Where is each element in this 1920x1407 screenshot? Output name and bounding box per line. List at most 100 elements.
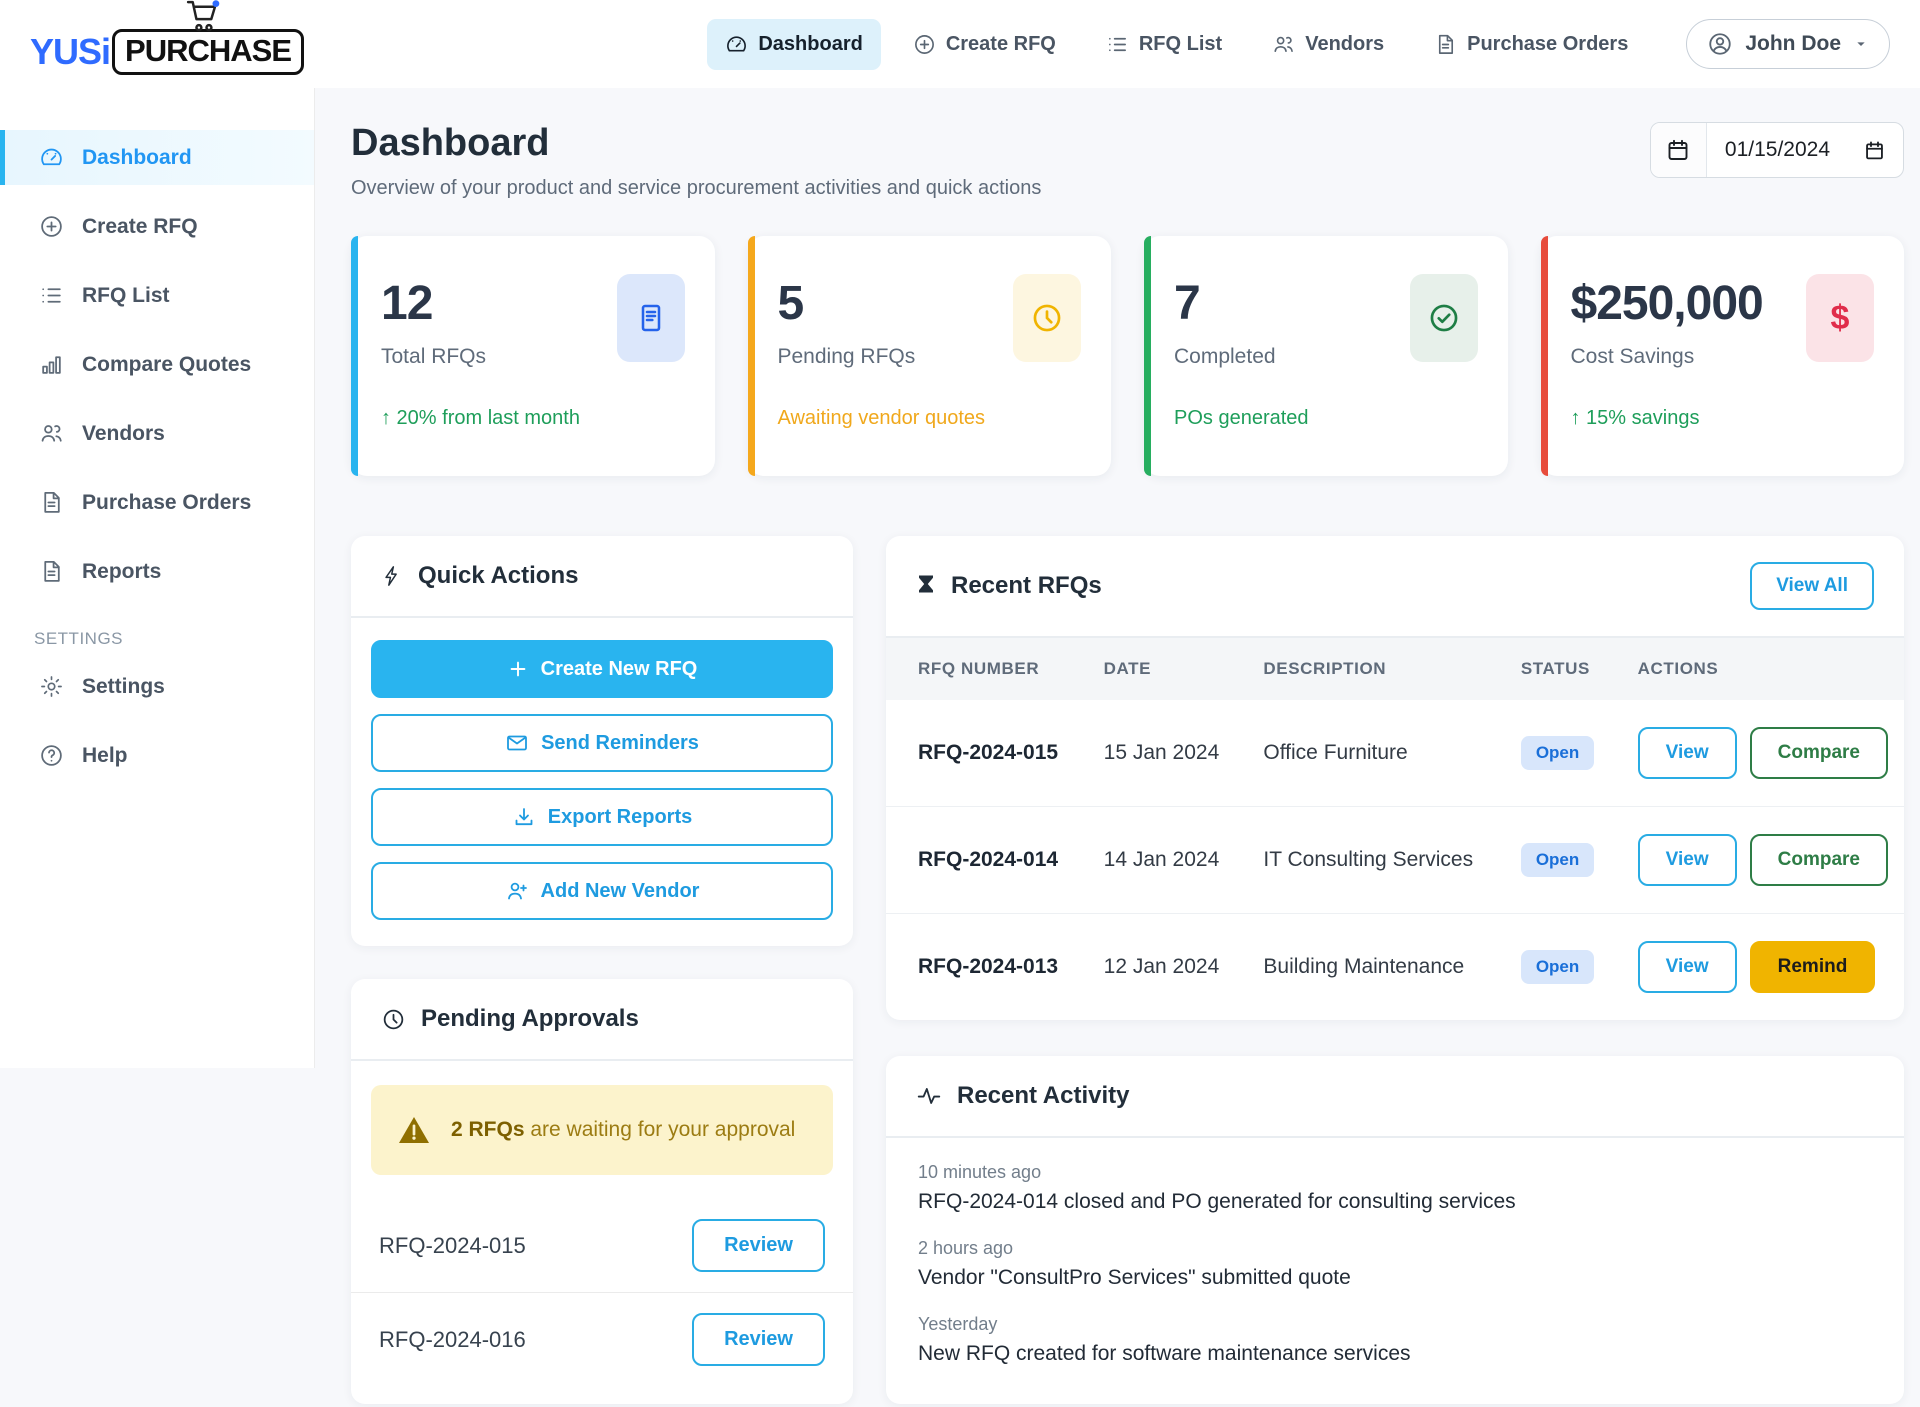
gauge-icon [39,145,64,170]
sidebar-item-dashboard[interactable]: Dashboard [0,130,314,185]
page-subtitle: Overview of your product and service pro… [351,177,1041,200]
sidebar-item-label: Settings [82,675,165,699]
view-button[interactable]: View [1638,727,1737,779]
sidebar-item-settings[interactable]: Settings [0,659,314,714]
sidebar-item-label: RFQ List [82,284,170,308]
status-badge: Open [1521,736,1594,770]
send-reminders-button[interactable]: Send Reminders [371,714,833,772]
sidebar-item-create-rfq[interactable]: Create RFQ [0,199,314,254]
sidebar-item-label: Reports [82,560,161,584]
stat-note: Awaiting vendor quotes [778,407,1082,430]
activity-time: Yesterday [918,1314,1872,1335]
approval-alert: 2 RFQs are waiting for your approval [371,1085,833,1175]
gauge-icon [725,33,748,56]
table-row: RFQ-2024-015 15 Jan 2024 Office Furnitur… [886,700,1904,807]
recent-activity-panel: Recent Activity 10 minutes ago RFQ-2024-… [886,1056,1904,1404]
activity-text: New RFQ created for software maintenance… [918,1342,1872,1366]
pulse-icon [916,1083,942,1109]
add-new-vendor-button[interactable]: Add New Vendor [371,862,833,920]
column-header: Actions [1622,638,1904,700]
person-plus-icon [505,879,529,903]
plus-icon [507,658,529,680]
view-button[interactable]: View [1638,941,1737,993]
panel-title: Pending Approvals [421,1005,639,1033]
sidebar-item-rfq-list[interactable]: RFQ List [0,268,314,323]
alert-rest: are waiting for your approval [525,1118,796,1141]
topnav-item-vendors[interactable]: Vendors [1254,19,1402,70]
rfq-description: Building Maintenance [1247,914,1504,1021]
user-name: John Doe [1745,32,1841,56]
brand-name-left: YUSi [30,31,110,73]
envelope-icon [505,731,529,755]
people-icon [1272,33,1295,56]
sidebar-item-purchase-orders[interactable]: Purchase Orders [0,475,314,530]
rfq-number: RFQ-2024-014 [886,807,1088,914]
sidebar-item-label: Create RFQ [82,215,198,239]
user-menu[interactable]: John Doe [1686,19,1890,69]
sidebar-item-vendors[interactable]: Vendors [0,406,314,461]
table-row: RFQ-2024-013 12 Jan 2024 Building Mainte… [886,914,1904,1021]
topnav-label: Purchase Orders [1467,33,1628,56]
stat-card-cost-savings: $250,000 Cost Savings $ ↑ 15% savings [1541,236,1905,476]
stat-note: ↑ 15% savings [1571,407,1875,430]
user-circle-icon [1707,31,1733,57]
panel-title: Recent RFQs [951,572,1102,600]
table-row: RFQ-2024-014 14 Jan 2024 IT Consulting S… [886,807,1904,914]
create-new-rfq-button[interactable]: Create New RFQ [371,640,833,698]
view-button[interactable]: View [1638,834,1737,886]
topnav-item-dashboard[interactable]: Dashboard [707,19,880,70]
table-header-row: RFQ Number Date Description Status Actio… [886,638,1904,700]
sidebar-item-help[interactable]: Help [0,728,314,783]
activity-item: Yesterday New RFQ created for software m… [918,1314,1872,1366]
approval-rfq-number: RFQ-2024-015 [379,1233,526,1259]
topnav-label: Dashboard [758,33,862,56]
sidebar-item-compare-quotes[interactable]: Compare Quotes [0,337,314,392]
topnav-item-rfq-list[interactable]: RFQ List [1088,19,1240,70]
panel-title: Quick Actions [418,562,578,590]
pending-approvals-panel: Pending Approvals 2 RFQs are waiting for… [351,979,853,1404]
alert-text: 2 RFQs are waiting for your approval [451,1118,795,1142]
status-badge: Open [1521,843,1594,877]
activity-text: Vendor "ConsultPro Services" submitted q… [918,1266,1872,1290]
remind-button[interactable]: Remind [1750,941,1876,993]
review-button[interactable]: Review [692,1219,825,1272]
lightning-icon [381,563,403,589]
help-icon [39,743,64,768]
date-input-value[interactable]: 01/15/2024 [1725,138,1830,162]
export-reports-button[interactable]: Export Reports [371,788,833,846]
calendar-icon[interactable] [1864,140,1885,161]
topnav-label: Create RFQ [946,33,1056,56]
plus-circle-icon [913,33,936,56]
chevron-down-icon [1853,36,1869,52]
brand-logo[interactable]: YUSi PURCHASE [30,29,304,75]
rfq-description: IT Consulting Services [1247,807,1504,914]
list-icon [1106,33,1129,56]
bar-chart-icon [39,352,64,377]
main-content: Dashboard Overview of your product and s… [315,88,1920,1404]
activity-text: RFQ-2024-014 closed and PO generated for… [918,1190,1872,1214]
sidebar-item-label: Dashboard [82,146,192,170]
column-header: RFQ Number [886,638,1088,700]
top-bar: YUSi PURCHASE Dashboard Create RFQ [0,0,1920,88]
document-icon [39,559,64,584]
compare-button[interactable]: Compare [1750,834,1888,886]
activity-item: 10 minutes ago RFQ-2024-014 closed and P… [918,1162,1872,1214]
rfq-description: Office Furniture [1247,700,1504,807]
column-header: Date [1088,638,1248,700]
view-all-button[interactable]: View All [1750,562,1874,610]
list-icon [39,283,64,308]
approval-row: RFQ-2024-016 Review [351,1292,853,1386]
hourglass-icon [916,573,936,599]
review-button[interactable]: Review [692,1313,825,1366]
compare-button[interactable]: Compare [1750,727,1888,779]
sidebar-item-reports[interactable]: Reports [0,544,314,599]
activity-item: 2 hours ago Vendor "ConsultPro Services"… [918,1238,1872,1290]
stat-card-total-rfqs: 12 Total RFQs ↑ 20% from last month [351,236,715,476]
topnav-item-create-rfq[interactable]: Create RFQ [895,19,1074,70]
dollar-icon: $ [1806,274,1874,362]
clock-icon [381,1007,406,1032]
date-picker[interactable]: 01/15/2024 [1650,122,1904,178]
topnav-item-purchase-orders[interactable]: Purchase Orders [1416,19,1646,70]
button-label: Send Reminders [541,732,699,755]
recent-rfqs-table: RFQ Number Date Description Status Actio… [886,638,1904,1020]
